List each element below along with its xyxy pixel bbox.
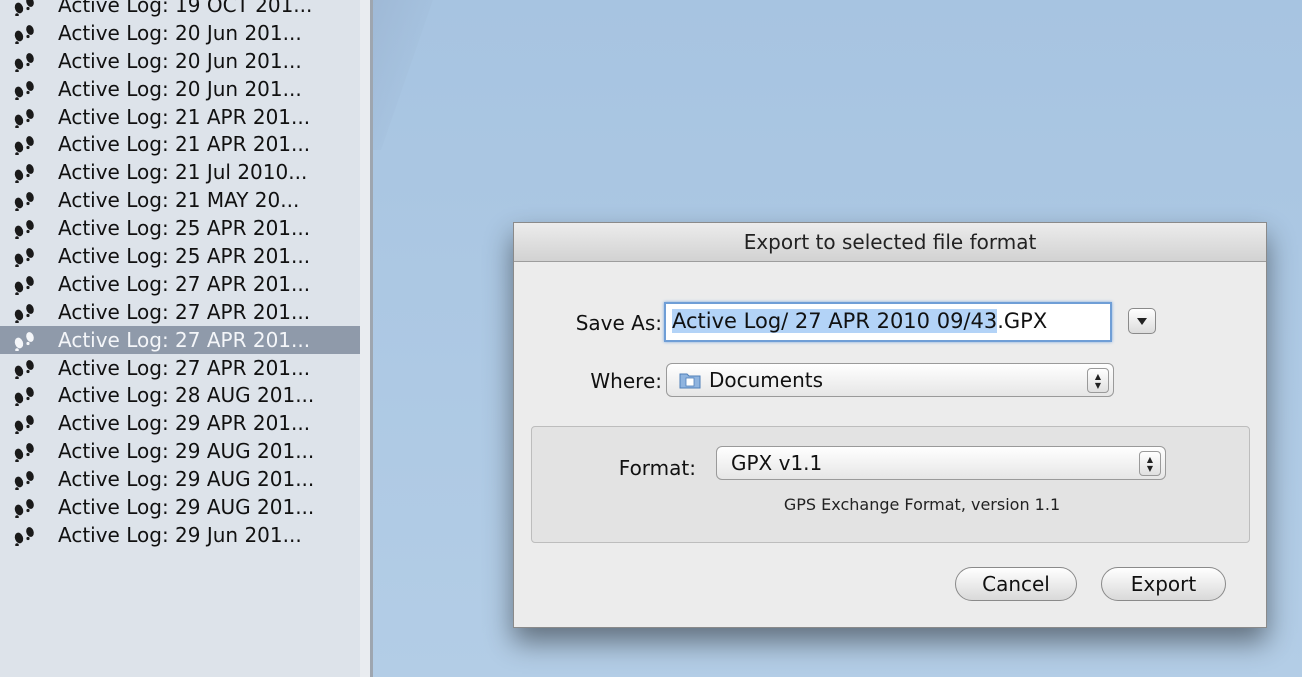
sidebar-item-track-log[interactable]: Active Log: 20 Jun 201... xyxy=(0,47,360,75)
sidebar-item-label: Active Log: 28 AUG 201... xyxy=(58,383,315,408)
track-footprints-icon xyxy=(10,357,40,379)
track-footprints-icon xyxy=(10,245,40,267)
export-button[interactable]: Export xyxy=(1101,567,1226,601)
where-popup[interactable]: Documents ▲ ▼ xyxy=(666,363,1114,397)
sidebar: Active Log: 19 OCT 201... Active Log: 20 … xyxy=(0,0,360,677)
format-label: Format: xyxy=(618,456,696,480)
sidebar-item-track-log[interactable]: Active Log: 21 APR 201... xyxy=(0,130,360,158)
track-footprints-icon xyxy=(10,273,40,295)
sidebar-item-label: Active Log: 20 Jun 201... xyxy=(58,20,302,45)
sidebar-item-label: Active Log: 19 OCT 201... xyxy=(58,0,313,17)
sidebar-item-label: Active Log: 25 APR 201... xyxy=(58,243,311,268)
track-footprints-icon xyxy=(10,50,40,72)
dialog-title: Export to selected file format xyxy=(514,223,1266,262)
sidebar-item-label: Active Log: 29 APR 201... xyxy=(58,411,311,436)
sidebar-item-track-log[interactable]: Active Log: 25 APR 201... xyxy=(0,242,360,270)
export-dialog: Export to selected file format Save As: … xyxy=(513,222,1267,628)
sidebar-list: Active Log: 19 OCT 201... Active Log: 20 … xyxy=(0,0,360,549)
sidebar-item-label: Active Log: 29 Jun 201... xyxy=(58,522,302,547)
sidebar-item-track-log[interactable]: Active Log: 29 APR 201... xyxy=(0,409,360,437)
track-footprints-icon xyxy=(10,161,40,184)
save-as-label: Save As: xyxy=(575,311,662,335)
track-footprints-icon xyxy=(10,524,40,546)
sidebar-item-label: Active Log: 29 AUG 201... xyxy=(58,439,315,464)
sidebar-item-label: Active Log: 29 AUG 201... xyxy=(58,467,315,492)
track-footprints-icon xyxy=(10,0,40,16)
sidebar-item-label: Active Log: 20 Jun 201... xyxy=(58,76,302,101)
sidebar-item-track-log[interactable]: Active Log: 21 MAY 20... xyxy=(0,186,360,214)
sidebar-item-track-log[interactable]: Active Log: 27 APR 201... xyxy=(0,354,360,382)
sidebar-item-label: Active Log: 27 APR 201... xyxy=(58,327,311,352)
up-down-arrows-icon: ▲ ▼ xyxy=(1139,451,1161,476)
sidebar-item-track-log[interactable]: Active Log: 27 APR 201... xyxy=(0,325,360,354)
track-footprints-icon xyxy=(10,329,40,351)
save-as-input[interactable]: Active Log/ 27 APR 2010 09/43.GPX xyxy=(664,302,1112,342)
save-as-selected-text: Active Log/ 27 APR 2010 09/43 xyxy=(672,309,998,333)
format-value: GPX v1.1 xyxy=(731,451,823,475)
track-footprints-icon xyxy=(10,78,40,100)
format-description: GPS Exchange Format, version 1.1 xyxy=(783,495,1061,514)
track-footprints-icon xyxy=(10,496,40,518)
where-value: Documents xyxy=(709,368,824,392)
track-footprints-icon xyxy=(10,217,40,240)
where-label: Where: xyxy=(590,369,662,393)
track-footprints-icon xyxy=(10,384,40,407)
track-footprints-icon xyxy=(10,133,40,156)
sidebar-item-track-log[interactable]: Active Log: 29 AUG 201... xyxy=(0,465,360,493)
sidebar-item-label: Active Log: 27 APR 201... xyxy=(58,299,311,324)
sidebar-item-track-log[interactable]: Active Log: 27 APR 201... xyxy=(0,270,360,298)
sidebar-item-track-log[interactable]: Active Log: 28 AUG 201... xyxy=(0,381,360,409)
expand-dialog-button[interactable] xyxy=(1128,308,1156,334)
sidebar-item-label: Active Log: 21 MAY 20... xyxy=(58,188,300,213)
sidebar-item-label: Active Log: 29 AUG 201... xyxy=(58,494,315,519)
sidebar-item-track-log[interactable]: Active Log: 20 Jun 201... xyxy=(0,19,360,47)
save-as-extension: .GPX xyxy=(997,309,1048,333)
track-footprints-icon xyxy=(10,106,40,128)
sidebar-item-label: Active Log: 27 APR 201... xyxy=(58,355,311,380)
sidebar-item-label: Active Log: 27 APR 201... xyxy=(58,271,311,296)
sidebar-item-label: Active Log: 20 Jun 201... xyxy=(58,48,302,73)
format-popup[interactable]: GPX v1.1 ▲ ▼ xyxy=(716,446,1166,480)
track-footprints-icon xyxy=(10,412,40,435)
track-footprints-icon xyxy=(10,189,40,212)
sidebar-item-label: Active Log: 21 APR 201... xyxy=(58,104,311,129)
sidebar-item-track-log[interactable]: Active Log: 20 Jun 201... xyxy=(0,75,360,103)
track-footprints-icon xyxy=(10,22,40,44)
sidebar-item-track-log[interactable]: Active Log: 21 Jul 2010... xyxy=(0,158,360,186)
sidebar-item-track-log[interactable]: Active Log: 25 APR 201... xyxy=(0,214,360,242)
track-footprints-icon xyxy=(10,301,40,323)
sidebar-item-track-log[interactable]: Active Log: 21 APR 201... xyxy=(0,103,360,131)
sidebar-item-label: Active Log: 21 APR 201... xyxy=(58,132,311,157)
format-options-box xyxy=(531,426,1250,543)
sidebar-item-track-log[interactable]: Active Log: 29 AUG 201... xyxy=(0,437,360,465)
sidebar-item-track-log[interactable]: Active Log: 29 AUG 201... xyxy=(0,493,360,521)
sidebar-item-label: Active Log: 25 APR 201... xyxy=(58,216,311,241)
track-footprints-icon xyxy=(10,440,40,463)
track-footprints-icon xyxy=(10,468,40,491)
sidebar-item-track-log[interactable]: Active Log: 29 Jun 201... xyxy=(0,521,360,549)
cancel-button[interactable]: Cancel xyxy=(955,567,1077,601)
sidebar-item-track-log[interactable]: Active Log: 19 OCT 201... xyxy=(0,0,360,19)
sidebar-edge xyxy=(360,0,370,677)
documents-folder-icon xyxy=(679,371,701,389)
sidebar-item-track-log[interactable]: Active Log: 27 APR 201... xyxy=(0,298,360,326)
sidebar-item-label: Active Log: 21 Jul 2010... xyxy=(58,160,308,185)
triangle-down-icon xyxy=(1137,317,1147,325)
up-down-arrows-icon: ▲ ▼ xyxy=(1087,368,1109,393)
